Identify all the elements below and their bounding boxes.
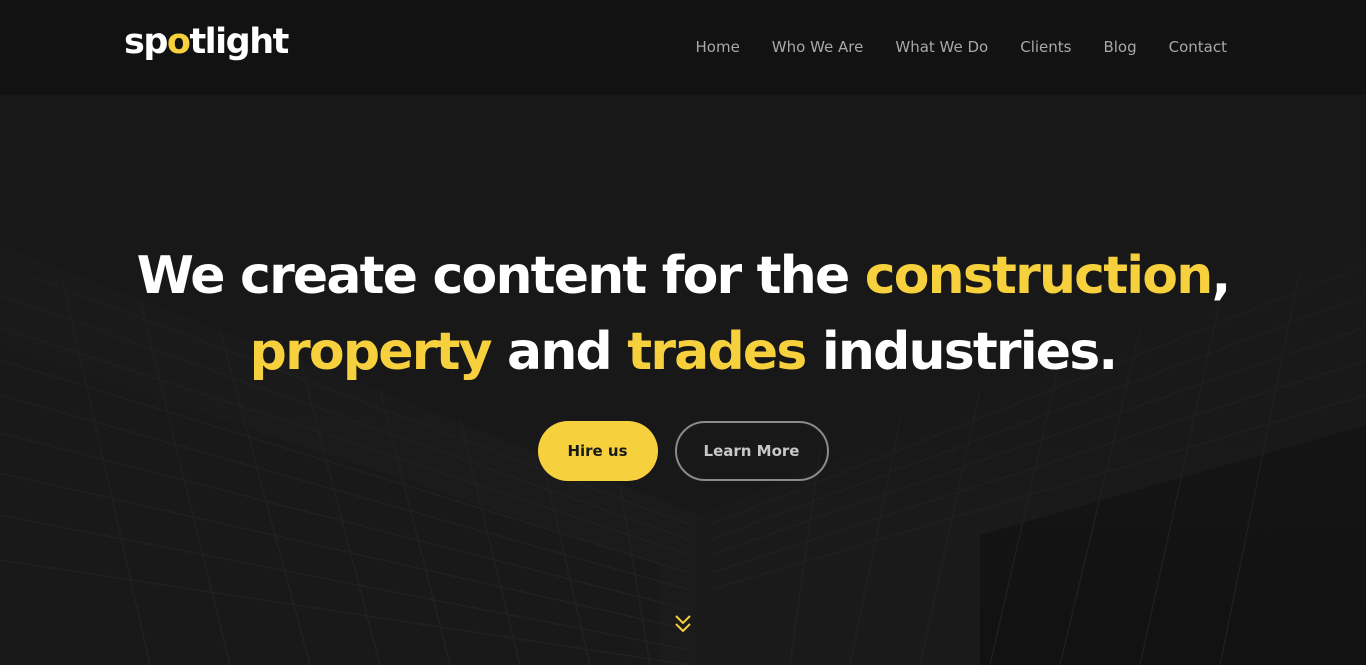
headline-text-and: and xyxy=(490,322,628,382)
spotlight-logo[interactable]: spotlight xyxy=(124,20,289,64)
nav-who-we-are[interactable]: Who We Are xyxy=(772,36,864,58)
page: spotlight Home Who We Are What We Do Cli… xyxy=(0,0,1366,665)
headline-highlight-trades: trades xyxy=(627,322,807,382)
nav-home[interactable]: Home xyxy=(696,36,740,58)
headline-text-industries: industries. xyxy=(805,322,1118,382)
main-nav: Home Who We Are What We Do Clients Blog … xyxy=(664,36,1228,58)
double-chevron-down-icon[interactable] xyxy=(673,613,693,635)
logo-text-start: sp xyxy=(124,22,168,62)
headline-highlight-construction: construction xyxy=(864,246,1214,306)
headline-text-1: We create content for the xyxy=(136,246,865,306)
learn-more-button[interactable]: Learn More xyxy=(674,421,829,481)
hero-buttons: Hire us Learn More xyxy=(0,421,1366,481)
logo-text-end: tlight xyxy=(189,22,289,62)
hero-headline: We create content for the construction, … xyxy=(0,238,1366,390)
headline-comma: , xyxy=(1211,246,1231,306)
hire-us-button[interactable]: Hire us xyxy=(537,421,658,481)
headline-highlight-property: property xyxy=(249,322,493,382)
nav-contact[interactable]: Contact xyxy=(1169,36,1227,58)
nav-clients[interactable]: Clients xyxy=(1020,36,1071,58)
nav-what-we-do[interactable]: What We Do xyxy=(895,36,988,58)
nav-blog[interactable]: Blog xyxy=(1103,36,1136,58)
logo-text-highlight: o xyxy=(166,22,191,62)
hero-section: We create content for the construction, … xyxy=(0,95,1366,665)
site-header: spotlight Home Who We Are What We Do Cli… xyxy=(0,0,1366,95)
